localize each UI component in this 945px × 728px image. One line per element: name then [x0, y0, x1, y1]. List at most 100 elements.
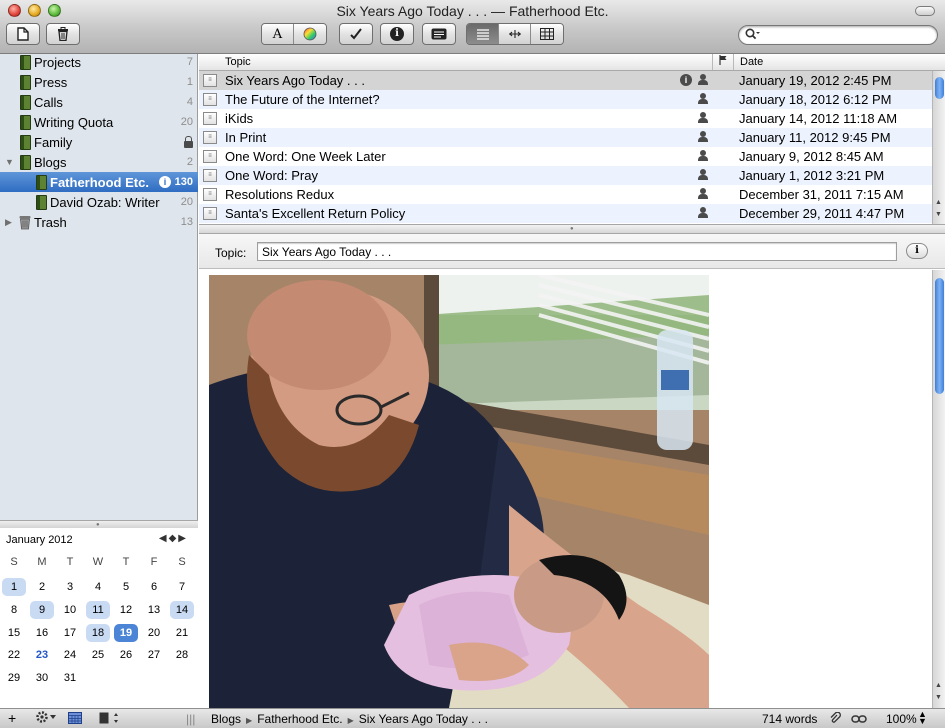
calendar-nav-arrows[interactable]: ◀◆▶ [159, 533, 188, 544]
calendar-day[interactable]: 29 [2, 669, 26, 687]
sidebar-item-family[interactable]: Family [0, 132, 198, 152]
calendar-day[interactable]: 10 [58, 601, 82, 619]
resize-grip-icon[interactable]: ||| [186, 712, 195, 726]
search-field[interactable] [738, 25, 938, 45]
flag-column-icon[interactable] [719, 55, 728, 68]
calendar-day[interactable]: 20 [142, 624, 166, 642]
calendar-day[interactable]: 27 [142, 646, 166, 664]
sidebar-item-press[interactable]: Press 1 [0, 72, 198, 92]
font-button[interactable]: A [262, 24, 294, 44]
breadcrumb-item[interactable]: Fatherhood Etc. [257, 712, 342, 726]
notebook-picker-icon[interactable] [99, 712, 121, 727]
list-editor-splitter[interactable]: ● [199, 224, 945, 234]
editor-scrollbar[interactable]: ▲ ▼ [932, 270, 945, 708]
action-menu-icon[interactable] [36, 711, 58, 726]
split-view-button[interactable] [499, 24, 531, 44]
calendar-day[interactable]: 2 [30, 578, 54, 596]
topic-info-button[interactable]: i [906, 243, 928, 259]
calendar-day[interactable]: 26 [114, 646, 138, 664]
search-input[interactable] [765, 28, 930, 42]
calendar-day[interactable]: 19 [114, 623, 138, 642]
calendar-day[interactable]: 5 [114, 578, 138, 596]
calendar-day[interactable]: 23 [30, 646, 54, 664]
sidebar-item-calls[interactable]: Calls 4 [0, 92, 198, 112]
table-row[interactable]: ≡ Santa's Excellent Return Policy December… [199, 204, 932, 223]
table-row[interactable]: ≡ Resolutions Redux December 31, 2011 7:15… [199, 185, 932, 204]
calendar-day[interactable]: 17 [58, 624, 82, 642]
calendar-day[interactable]: 13 [142, 601, 166, 619]
calendar-day[interactable]: 28 [170, 646, 194, 664]
scroll-down-arrow-icon[interactable]: ▼ [935, 694, 942, 701]
topic-input[interactable] [257, 242, 897, 261]
notes-button[interactable] [422, 23, 456, 45]
scroll-up-arrow-icon[interactable]: ▲ [935, 199, 942, 206]
calendar-day[interactable]: 6 [142, 578, 166, 596]
sidebar-item-david-ozab-writer[interactable]: David Ozab: Writer 20 [0, 192, 198, 212]
list-scroll-thumb[interactable] [935, 77, 944, 99]
zoom-level[interactable]: 100% [886, 712, 917, 726]
sidebar-item-trash[interactable]: ▶ Trash 13 [0, 212, 198, 232]
calendar-day[interactable]: 9 [30, 600, 54, 619]
calendar-day[interactable]: 8 [2, 601, 26, 619]
add-icon[interactable]: + [8, 710, 16, 726]
calendar-toggle-icon[interactable] [68, 712, 82, 727]
color-button[interactable] [294, 24, 326, 44]
info-icon[interactable]: i [159, 176, 171, 188]
outline-view-button[interactable] [467, 24, 499, 44]
grid-view-button[interactable] [531, 24, 563, 44]
calendar-day[interactable]: 14 [170, 600, 194, 619]
calendar-day[interactable]: 16 [30, 624, 54, 642]
calendar-day[interactable]: 24 [58, 646, 82, 664]
calendar-day[interactable]: 22 [2, 646, 26, 664]
table-row[interactable]: ≡ iKids January 14, 2012 11:18 AM [199, 109, 932, 128]
calendar-day[interactable]: 30 [30, 669, 54, 687]
sidebar-item-fatherhood-etc[interactable]: Fatherhood Etc. i 130 [0, 172, 198, 192]
scroll-up-arrow-icon[interactable]: ▲ [935, 682, 942, 689]
info-icon[interactable]: i [680, 74, 692, 86]
calendar-day[interactable]: 18 [86, 623, 110, 642]
row-date: December 31, 2011 7:15 AM [739, 187, 904, 202]
calendar-day[interactable]: 12 [114, 601, 138, 619]
calendar-day[interactable]: 1 [2, 578, 26, 596]
breadcrumb-item[interactable]: Six Years Ago Today . . . [359, 712, 488, 726]
info-button[interactable]: i [380, 23, 414, 45]
delete-button[interactable] [46, 23, 80, 45]
sidebar-item-count: 20 [180, 116, 193, 128]
breadcrumb-item[interactable]: Blogs [211, 712, 241, 726]
calendar-day[interactable]: 11 [86, 600, 110, 619]
sidebar-item-writing-quota[interactable]: Writing Quota 20 [0, 112, 198, 132]
list-scrollbar[interactable]: ▲ ▼ [932, 71, 945, 224]
sidebar-item-blogs[interactable]: ▼ Blogs 2 [0, 152, 198, 172]
new-document-button[interactable] [6, 23, 40, 45]
new-document-icon [17, 27, 29, 41]
table-row[interactable]: ≡ Six Years Ago Today . . . i January 19, 2… [199, 71, 932, 90]
disclosure-open-icon[interactable]: ▼ [5, 157, 14, 167]
calendar-day[interactable]: 7 [170, 578, 194, 596]
zoom-stepper-icon[interactable]: ▲ ▼ [918, 710, 927, 726]
attachment-icon[interactable] [829, 711, 841, 728]
toolbar-toggle-button[interactable] [915, 6, 935, 16]
sidebar-item-projects[interactable]: Projects 7 [0, 52, 198, 72]
table-row[interactable]: ≡ One Word: Pray January 1, 2012 3:21 PM [199, 166, 932, 185]
person-icon [697, 150, 709, 162]
column-header-topic[interactable]: Topic [225, 56, 251, 68]
scroll-down-arrow-icon[interactable]: ▼ [935, 211, 942, 218]
sidebar-splitter[interactable]: ● [0, 520, 198, 528]
disclosure-closed-icon[interactable]: ▶ [5, 217, 12, 228]
calendar-day[interactable]: 31 [58, 669, 82, 687]
editor-scroll-thumb[interactable] [935, 278, 944, 394]
link-icon[interactable] [851, 713, 867, 727]
table-row[interactable]: ≡ In Print January 11, 2012 9:45 PM [199, 128, 932, 147]
calendar-day[interactable]: 21 [170, 624, 194, 642]
calendar-day[interactable]: 15 [2, 624, 26, 642]
table-row[interactable]: ≡ One Word: One Week Later January 9, 2012… [199, 147, 932, 166]
calendar-day[interactable]: 4 [86, 578, 110, 596]
spellcheck-button[interactable] [339, 23, 373, 45]
editor-pane[interactable] [199, 270, 932, 708]
column-header-date[interactable]: Date [740, 56, 763, 68]
calendar-day[interactable]: 25 [86, 646, 110, 664]
row-date: January 18, 2012 6:12 PM [739, 92, 892, 107]
calendar-day[interactable]: 3 [58, 578, 82, 596]
split-view-icon [508, 30, 521, 38]
table-row[interactable]: ≡ The Future of the Internet? January 18, … [199, 90, 932, 109]
